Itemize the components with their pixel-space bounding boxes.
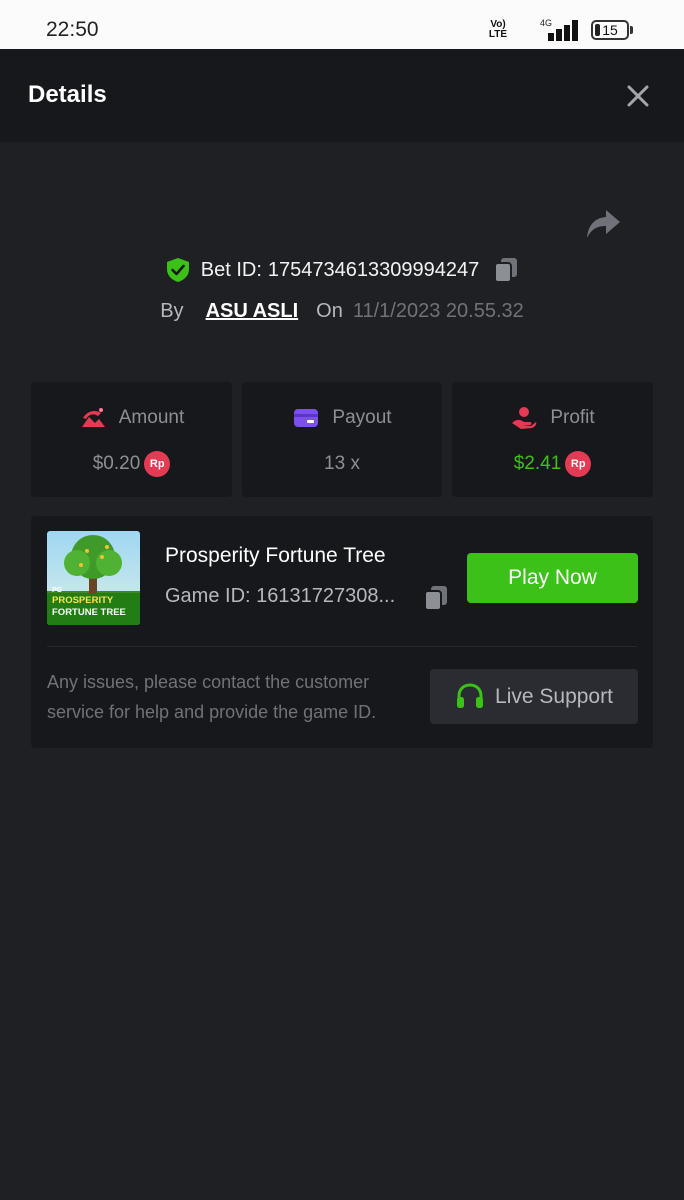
battery-fill bbox=[595, 24, 600, 36]
battery-icon: 15 bbox=[591, 20, 635, 40]
battery-level: 15 bbox=[602, 22, 618, 38]
live-support-button[interactable]: Live Support bbox=[430, 669, 638, 724]
game-name: Prosperity Fortune Tree bbox=[165, 544, 386, 567]
profit-value-row: $2.41 Rp bbox=[452, 450, 653, 478]
status-bar: 22:50 Vo) LTE 4G 15 bbox=[0, 0, 684, 49]
amount-card-header: Amount bbox=[31, 404, 232, 432]
close-icon[interactable] bbox=[620, 78, 656, 114]
page-title: Details bbox=[28, 81, 107, 108]
details-header: Details bbox=[0, 49, 684, 142]
bet-owner-row: By ASU ASLI On 11/1/2023 20.55.32 bbox=[0, 296, 684, 326]
copy-game-id-icon[interactable] bbox=[423, 584, 449, 612]
payout-label: Payout bbox=[332, 407, 392, 428]
payout-card: Payout 13 x bbox=[242, 382, 442, 497]
bet-id-label: Bet ID: bbox=[200, 258, 262, 281]
amount-value: $0.20 bbox=[92, 453, 141, 474]
amount-value-row: $0.20 Rp bbox=[31, 450, 232, 478]
payout-card-header: Payout bbox=[242, 404, 442, 432]
play-now-button[interactable]: Play Now bbox=[467, 553, 638, 603]
amount-card: Amount $0.20 Rp bbox=[31, 382, 232, 497]
payout-value-row: 13 x bbox=[242, 450, 442, 478]
live-support-label: Live Support bbox=[495, 684, 613, 708]
copy-bet-id-icon[interactable] bbox=[493, 256, 519, 284]
verified-shield-icon bbox=[166, 258, 189, 282]
profit-label: Profit bbox=[550, 407, 595, 428]
wallet-icon bbox=[294, 409, 319, 427]
battery-tip bbox=[630, 26, 633, 34]
game-thumbnail[interactable]: PG PROSPERITY FORTUNE TREE bbox=[47, 531, 140, 625]
thumb-brand-label: PG bbox=[52, 587, 63, 594]
headset-icon bbox=[457, 682, 484, 708]
signal-icon: 4G bbox=[540, 18, 578, 41]
rupiah-badge: Rp bbox=[565, 451, 592, 477]
status-time: 22:50 bbox=[46, 18, 99, 41]
support-message: Any issues, please contact the customer … bbox=[47, 672, 377, 722]
by-label: By bbox=[160, 299, 184, 322]
profit-value: $2.41 bbox=[513, 453, 562, 474]
bet-id-row: Bet ID: 1754734613309994247 bbox=[0, 254, 684, 286]
volte-indicator: Vo) LTE bbox=[486, 20, 510, 42]
thumb-title-line1: PROSPERITY bbox=[52, 595, 114, 606]
game-panel: PG PROSPERITY FORTUNE TREE Prosperity Fo… bbox=[31, 516, 653, 748]
bet-id-value: 1754734613309994247 bbox=[267, 258, 480, 281]
volte-bottom-text: LTE bbox=[488, 29, 508, 40]
on-label: On bbox=[316, 299, 343, 322]
amount-icon bbox=[81, 408, 105, 427]
rupiah-badge: Rp bbox=[144, 451, 171, 477]
battery-body: 15 bbox=[591, 20, 629, 40]
thumb-title-line2: FORTUNE TREE bbox=[52, 607, 126, 618]
profit-card: Profit $2.41 Rp bbox=[452, 382, 653, 497]
profit-card-header: Profit bbox=[452, 404, 653, 432]
game-id: Game ID: 16131727308... bbox=[165, 585, 396, 607]
username-link[interactable]: ASU ASLI bbox=[206, 300, 299, 323]
payout-value: 13 x bbox=[324, 453, 360, 474]
divider bbox=[47, 646, 637, 647]
amount-label: Amount bbox=[118, 407, 185, 428]
profit-hand-icon bbox=[512, 407, 537, 429]
network-type-label: 4G bbox=[540, 18, 552, 28]
bet-date: 11/1/2023 20.55.32 bbox=[352, 299, 524, 322]
share-icon[interactable] bbox=[584, 206, 624, 242]
